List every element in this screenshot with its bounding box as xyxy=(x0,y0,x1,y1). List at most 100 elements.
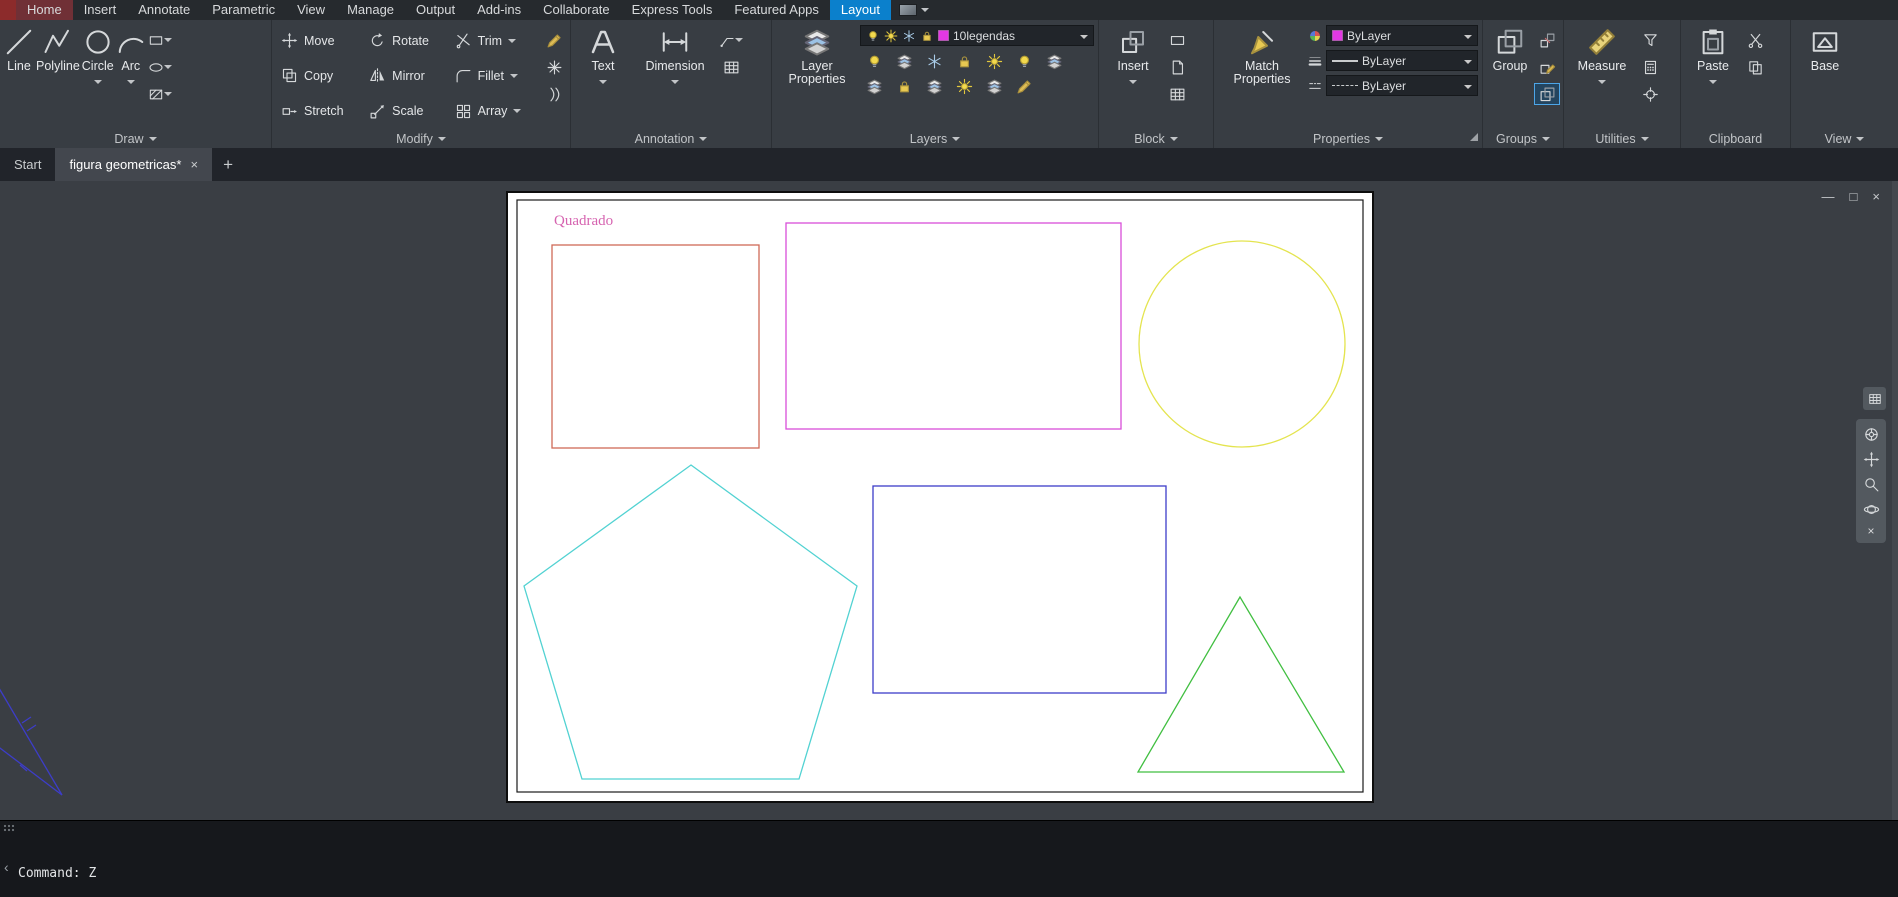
dialog-launcher-icon[interactable] xyxy=(1470,133,1478,141)
ungroup-button[interactable] xyxy=(1535,30,1559,50)
pan-button[interactable] xyxy=(1859,449,1883,469)
app-logo[interactable] xyxy=(0,0,16,20)
layer-lock-button[interactable] xyxy=(952,51,976,71)
restore-window-icon[interactable]: □ xyxy=(1850,189,1858,204)
move-button[interactable]: Move xyxy=(276,32,362,49)
erase-button[interactable] xyxy=(542,30,566,50)
layer-thaw-all-button[interactable] xyxy=(982,51,1006,71)
ribbon-tab-featured-apps[interactable]: Featured Apps xyxy=(723,0,830,20)
offset-button[interactable] xyxy=(542,84,566,104)
panel-label-view[interactable]: View xyxy=(1791,129,1898,148)
panel-label-draw[interactable]: Draw xyxy=(0,129,271,148)
create-block-button[interactable] xyxy=(1165,30,1189,50)
layer-unlock-button[interactable] xyxy=(892,76,916,96)
id-point-button[interactable] xyxy=(1638,84,1662,104)
panel-label-groups[interactable]: Groups xyxy=(1483,129,1563,148)
linetype-dropdown[interactable]: ByLayer xyxy=(1326,75,1478,96)
square-entity[interactable] xyxy=(552,245,759,448)
panel-label-utilities[interactable]: Utilities xyxy=(1564,129,1680,148)
match-properties-button[interactable]: Match Properties xyxy=(1218,23,1306,129)
line-button[interactable]: Line xyxy=(4,23,34,129)
layer-select-dropdown[interactable]: 10legendas xyxy=(860,25,1094,46)
ribbon-tab-manage[interactable]: Manage xyxy=(336,0,405,20)
navbar-close-icon[interactable]: × xyxy=(1867,524,1874,538)
copy-clip-button[interactable] xyxy=(1743,57,1767,77)
copy-button[interactable]: Copy xyxy=(276,67,362,84)
lineweight-dropdown[interactable]: ByLayer xyxy=(1326,50,1478,71)
ribbon-tab-collaborate[interactable]: Collaborate xyxy=(532,0,621,20)
command-collapse-icon[interactable]: ‹ xyxy=(4,859,9,875)
quick-select-button[interactable] xyxy=(1638,30,1662,50)
panel-label-clipboard[interactable]: Clipboard xyxy=(1681,129,1790,148)
stretch-button[interactable]: Stretch xyxy=(276,103,362,120)
rotate-button[interactable]: Rotate xyxy=(364,32,447,49)
close-window-icon[interactable]: × xyxy=(1872,189,1880,204)
ribbon-display-options[interactable] xyxy=(891,0,937,20)
ribbon-tab-layout[interactable]: Layout xyxy=(830,0,891,20)
zoom-button[interactable] xyxy=(1859,474,1883,494)
layer-isolate-button[interactable] xyxy=(892,51,916,71)
cyan-pentagon-entity[interactable] xyxy=(524,465,857,779)
steering-wheel-button[interactable] xyxy=(1859,424,1883,444)
orbit-button[interactable] xyxy=(1859,499,1883,519)
close-tab-icon[interactable]: × xyxy=(190,157,198,172)
cut-button[interactable] xyxy=(1743,30,1767,50)
layer-off-button[interactable] xyxy=(862,51,886,71)
ribbon-tab-parametric[interactable]: Parametric xyxy=(201,0,286,20)
mirror-button[interactable]: Mirror xyxy=(364,67,447,84)
command-drag-grip[interactable] xyxy=(3,824,15,834)
panel-label-block[interactable]: Block xyxy=(1099,129,1213,148)
group-edit-button[interactable] xyxy=(1535,57,1559,77)
layer-unisolate-button[interactable] xyxy=(862,76,886,96)
leader-button[interactable] xyxy=(719,30,743,50)
layer-properties-button[interactable]: Layer Properties xyxy=(776,23,858,129)
arc-button[interactable]: Arc xyxy=(116,23,146,129)
group-button[interactable]: Group xyxy=(1487,23,1533,129)
layer-prev-button[interactable] xyxy=(922,76,946,96)
ribbon-tab-annotate[interactable]: Annotate xyxy=(127,0,201,20)
dimension-button[interactable]: Dimension xyxy=(633,23,717,129)
trim-button[interactable]: Trim xyxy=(450,32,540,49)
ribbon-tab-home[interactable]: Home xyxy=(16,0,73,20)
panel-label-annotation[interactable]: Annotation xyxy=(571,129,771,148)
layer-walk-button[interactable] xyxy=(952,76,976,96)
panel-label-properties[interactable]: Properties xyxy=(1214,129,1482,148)
tab-drawing[interactable]: figura geometricas* × xyxy=(55,148,212,181)
scale-button[interactable]: Scale xyxy=(364,103,447,120)
group-selection-toggle[interactable] xyxy=(1535,84,1559,104)
write-block-button[interactable] xyxy=(1165,57,1189,77)
paste-button[interactable]: Paste xyxy=(1685,23,1741,129)
measure-button[interactable]: Measure xyxy=(1568,23,1636,129)
layer-on-all-button[interactable] xyxy=(1012,51,1036,71)
insert-button[interactable]: Insert xyxy=(1103,23,1163,129)
layer-delete-button[interactable] xyxy=(1012,76,1036,96)
polyline-button[interactable]: Polyline xyxy=(36,23,80,129)
table-button[interactable] xyxy=(719,57,743,77)
green-triangle-entity[interactable] xyxy=(1138,597,1344,772)
layer-freeze-button[interactable] xyxy=(922,51,946,71)
yellow-circle-entity[interactable] xyxy=(1139,241,1345,447)
ribbon-tab-addins[interactable]: Add-ins xyxy=(466,0,532,20)
new-tab-button[interactable]: + xyxy=(212,148,244,181)
ribbon-tab-view[interactable]: View xyxy=(286,0,336,20)
ribbon-tab-express-tools[interactable]: Express Tools xyxy=(621,0,724,20)
tab-start[interactable]: Start xyxy=(0,148,55,181)
explode-button[interactable] xyxy=(542,57,566,77)
ellipse-tool-button[interactable] xyxy=(148,57,172,77)
blue-rectangle-entity[interactable] xyxy=(873,486,1166,693)
magenta-rectangle-entity[interactable] xyxy=(786,223,1121,429)
rectangle-tool-button[interactable] xyxy=(148,30,172,50)
object-color-dropdown[interactable]: ByLayer xyxy=(1326,25,1478,46)
panel-label-layers[interactable]: Layers xyxy=(772,129,1098,148)
ribbon-tab-output[interactable]: Output xyxy=(405,0,466,20)
ribbon-tab-insert[interactable]: Insert xyxy=(73,0,128,20)
hatch-tool-button[interactable] xyxy=(148,84,172,104)
partial-triangle-entity[interactable] xyxy=(0,673,80,803)
text-entity-quadrado[interactable]: Quadrado xyxy=(554,213,613,229)
drawing-canvas[interactable]: Quadrado — □ × × xyxy=(0,181,1898,820)
fillet-button[interactable]: Fillet xyxy=(450,67,540,84)
layer-match-button[interactable] xyxy=(1042,51,1066,71)
array-button[interactable]: Array xyxy=(450,103,540,120)
base-button[interactable]: Base xyxy=(1795,23,1855,129)
define-attribute-button[interactable] xyxy=(1165,84,1189,104)
